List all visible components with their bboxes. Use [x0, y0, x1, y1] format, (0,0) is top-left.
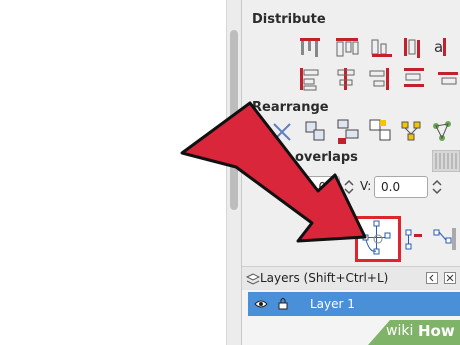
- arrange-connectors-icon[interactable]: [401, 121, 421, 141]
- distribute-gaps-vertically-icon[interactable]: [404, 38, 420, 58]
- visibility-eye-icon[interactable]: [254, 298, 268, 310]
- layers-dock-header: Layers (Shift+Ctrl+L): [242, 266, 460, 290]
- layer-row-1[interactable]: Layer 1: [248, 292, 460, 316]
- network-connector-icon[interactable]: [433, 228, 456, 250]
- layers-dock-title: Layers (Shift+Ctrl+L): [260, 271, 389, 285]
- distribute-gaps-horizontally-icon[interactable]: [404, 68, 424, 87]
- distribute-row-2: [300, 68, 458, 91]
- distribute-left-edges-icon[interactable]: [300, 68, 319, 91]
- distribute-text-baseline-icon[interactable]: a: [434, 38, 443, 56]
- vertical-gap-stepper-icon[interactable]: [430, 176, 444, 198]
- dock-collapse-icon[interactable]: [426, 272, 438, 284]
- distribute-bottom-edges-icon[interactable]: [371, 39, 392, 57]
- distribute-top-edges-icon[interactable]: [300, 38, 320, 57]
- remove-overlaps-button[interactable]: [432, 150, 460, 172]
- pointer-arrow-icon: [180, 101, 367, 243]
- distribute-row-1: a: [300, 38, 446, 58]
- dock-close-icon[interactable]: [444, 272, 456, 284]
- connector-tools-row: [405, 228, 456, 250]
- vertical-gap-field[interactable]: 0.0: [374, 176, 428, 198]
- wikihow-wiki-text: wiki: [386, 323, 414, 339]
- distribute-baselines-horizontally-icon[interactable]: [438, 72, 458, 85]
- graph-layout-icon[interactable]: [433, 121, 451, 141]
- wikihow-watermark: wiki How: [368, 320, 460, 345]
- distribute-centers-vertically-icon[interactable]: [336, 38, 359, 57]
- distribute-centers-horizontally-icon[interactable]: [337, 68, 355, 90]
- distribute-section-title: Distribute: [252, 12, 326, 27]
- align-connector-icon[interactable]: [405, 229, 422, 250]
- lock-icon[interactable]: [278, 297, 288, 310]
- layers-icon: [246, 273, 260, 285]
- wikihow-how-text: How: [418, 322, 455, 340]
- layer-name[interactable]: Layer 1: [310, 297, 355, 311]
- distribute-right-edges-icon[interactable]: [369, 68, 389, 90]
